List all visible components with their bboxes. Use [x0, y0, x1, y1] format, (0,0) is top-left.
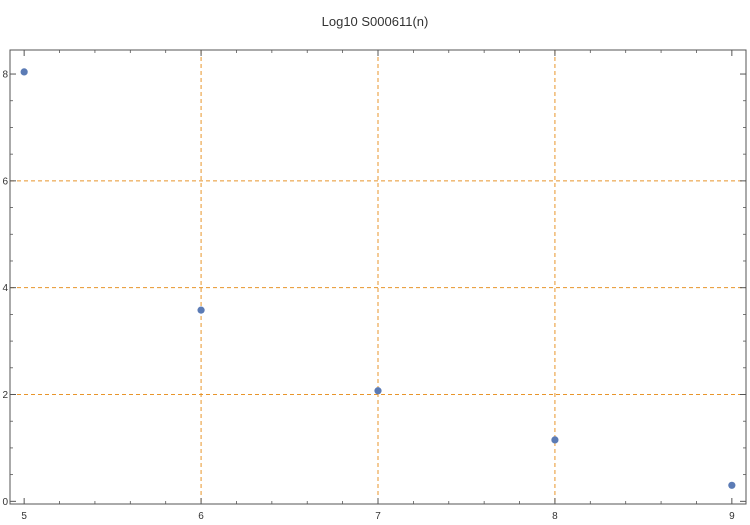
y-tick-label: 8 — [2, 70, 8, 81]
axis-ticks: 5 6 7 8 9 0 2 4 6 8 — [2, 50, 746, 522]
x-tick-label: 9 — [729, 511, 735, 522]
x-tick-label: 6 — [198, 511, 204, 522]
data-point — [20, 68, 28, 76]
data-point — [551, 436, 559, 444]
y-tick-label: 0 — [2, 497, 8, 508]
x-tick-label: 8 — [552, 511, 558, 522]
y-tick-label: 2 — [2, 390, 8, 401]
chart-container: Log10 S000611(n) 5678902468 — [0, 0, 750, 525]
y-tick-label: 6 — [2, 176, 8, 187]
scatter-plot: 5 6 7 8 9 0 2 4 6 8 — [2, 49, 747, 522]
x-tick-label: 5 — [21, 511, 27, 522]
data-points — [20, 68, 736, 489]
grid-layer — [10, 50, 746, 504]
x-tick-label: 7 — [375, 511, 381, 522]
data-point — [374, 387, 382, 395]
y-tick-label: 4 — [2, 283, 8, 294]
data-point — [197, 306, 205, 314]
data-point — [728, 481, 736, 489]
